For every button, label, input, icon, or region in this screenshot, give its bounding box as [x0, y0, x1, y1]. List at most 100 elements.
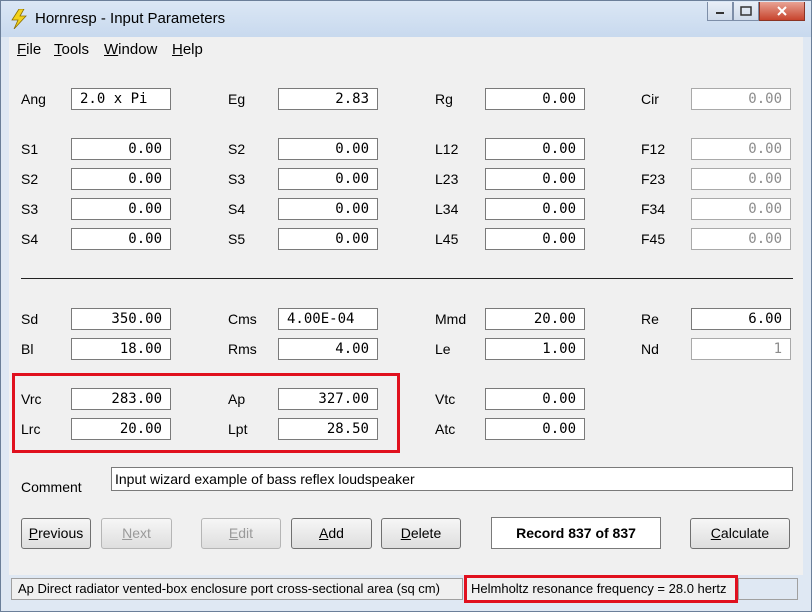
edit-button[interactable]: Edit — [201, 518, 281, 549]
menu-file[interactable]: File — [17, 41, 41, 58]
label-ap: Ap — [228, 391, 246, 407]
label-vrc: Vrc — [21, 391, 42, 407]
menu-tools[interactable]: Tools — [54, 41, 89, 58]
field-l12[interactable]: 0.00 — [485, 138, 585, 160]
label-s2: S2 — [228, 141, 246, 157]
label-s3: S3 — [228, 171, 246, 187]
field-s4[interactable]: 0.00 — [71, 228, 171, 250]
field-l45[interactable]: 0.00 — [485, 228, 585, 250]
record-counter: Record 837 of 837 — [491, 517, 661, 549]
label-cms: Cms — [228, 311, 257, 327]
menu-tools-rest: ools — [61, 41, 90, 58]
previous-button[interactable]: Previous — [21, 518, 91, 549]
label-eg: Eg — [228, 91, 246, 107]
add-button[interactable]: Add — [291, 518, 372, 549]
field-s5[interactable]: 0.00 — [278, 228, 378, 250]
field-f34[interactable]: 0.00 — [691, 198, 791, 220]
field-s4[interactable]: 0.00 — [278, 198, 378, 220]
field-rg[interactable]: 0.00 — [485, 88, 585, 110]
label-vtc: Vtc — [435, 391, 456, 407]
label-nd: Nd — [641, 341, 659, 357]
menu-file-rest: ile — [26, 41, 42, 58]
field-ang[interactable]: 2.0 x Pi — [71, 88, 171, 110]
field-le[interactable]: 1.00 — [485, 338, 585, 360]
status-empty-panel — [738, 578, 798, 600]
label-ang: Ang — [21, 91, 46, 107]
delete-button[interactable]: Delete — [381, 518, 461, 549]
label-cir: Cir — [641, 91, 659, 107]
comment-label: Comment — [21, 479, 82, 495]
maximize-button[interactable] — [733, 2, 759, 21]
status-description: Ap Direct radiator vented-box enclosure … — [11, 578, 463, 600]
highlight-box-vent — [12, 373, 400, 453]
menu-bar: File Tools Window Help — [9, 37, 803, 62]
label-f12: F12 — [641, 141, 666, 157]
calculate-button[interactable]: Calculate — [690, 518, 790, 549]
window-title: Hornresp - Input Parameters — [35, 10, 226, 27]
menu-window-rest: indow — [118, 41, 158, 58]
label-l34: L34 — [435, 201, 459, 217]
field-nd[interactable]: 1 — [691, 338, 791, 360]
maximize-icon — [740, 6, 752, 16]
close-icon — [777, 6, 787, 16]
field-s3[interactable]: 0.00 — [278, 168, 378, 190]
field-atc[interactable]: 0.00 — [485, 418, 585, 440]
field-vrc[interactable]: 283.00 — [71, 388, 171, 410]
field-cir[interactable]: 0.00 — [691, 88, 791, 110]
field-s2[interactable]: 0.00 — [278, 138, 378, 160]
menu-window[interactable]: Window — [104, 41, 157, 58]
label-atc: Atc — [435, 421, 456, 437]
field-lpt[interactable]: 28.50 — [278, 418, 378, 440]
input-parameters-panel: Comment Input wizard example of bass ref… — [9, 61, 803, 575]
label-s4: S4 — [228, 201, 246, 217]
minimize-icon — [716, 12, 724, 14]
field-eg[interactable]: 2.83 — [278, 88, 378, 110]
label-re: Re — [641, 311, 659, 327]
field-f45[interactable]: 0.00 — [691, 228, 791, 250]
label-sd: Sd — [21, 311, 39, 327]
field-f23[interactable]: 0.00 — [691, 168, 791, 190]
label-s1: S1 — [21, 141, 39, 157]
window-controls — [707, 2, 805, 24]
menu-help-rest: elp — [182, 41, 203, 58]
field-bl[interactable]: 18.00 — [71, 338, 171, 360]
label-s4: S4 — [21, 231, 39, 247]
field-rms[interactable]: 4.00 — [278, 338, 378, 360]
label-le: Le — [435, 341, 451, 357]
field-l34[interactable]: 0.00 — [485, 198, 585, 220]
field-ap[interactable]: 327.00 — [278, 388, 378, 410]
comment-field[interactable]: Input wizard example of bass reflex loud… — [111, 467, 793, 491]
label-f34: F34 — [641, 201, 666, 217]
status-helmholtz: Helmholtz resonance frequency = 28.0 her… — [464, 575, 738, 603]
label-lrc: Lrc — [21, 421, 41, 437]
label-s5: S5 — [228, 231, 246, 247]
field-sd[interactable]: 350.00 — [71, 308, 171, 330]
label-l45: L45 — [435, 231, 459, 247]
title-bar[interactable]: Hornresp - Input Parameters — [1, 1, 811, 37]
label-rg: Rg — [435, 91, 453, 107]
label-f45: F45 — [641, 231, 666, 247]
section-divider — [21, 278, 793, 279]
menu-help[interactable]: Help — [172, 41, 203, 58]
field-s2[interactable]: 0.00 — [71, 168, 171, 190]
field-l23[interactable]: 0.00 — [485, 168, 585, 190]
label-rms: Rms — [228, 341, 257, 357]
field-s3[interactable]: 0.00 — [71, 198, 171, 220]
field-f12[interactable]: 0.00 — [691, 138, 791, 160]
field-re[interactable]: 6.00 — [691, 308, 791, 330]
label-s3: S3 — [21, 201, 39, 217]
field-mmd[interactable]: 20.00 — [485, 308, 585, 330]
field-vtc[interactable]: 0.00 — [485, 388, 585, 410]
label-lpt: Lpt — [228, 421, 248, 437]
close-button[interactable] — [759, 2, 805, 21]
label-mmd: Mmd — [435, 311, 467, 327]
field-lrc[interactable]: 20.00 — [71, 418, 171, 440]
minimize-button[interactable] — [707, 2, 733, 21]
label-s2: S2 — [21, 171, 39, 187]
lightning-icon — [11, 9, 27, 29]
field-s1[interactable]: 0.00 — [71, 138, 171, 160]
status-bar: Ap Direct radiator vented-box enclosure … — [9, 575, 803, 603]
field-cms[interactable]: 4.00E-04 — [278, 308, 378, 330]
hornresp-window: Hornresp - Input Parameters File Tools W… — [0, 0, 812, 612]
next-button[interactable]: Next — [101, 518, 172, 549]
